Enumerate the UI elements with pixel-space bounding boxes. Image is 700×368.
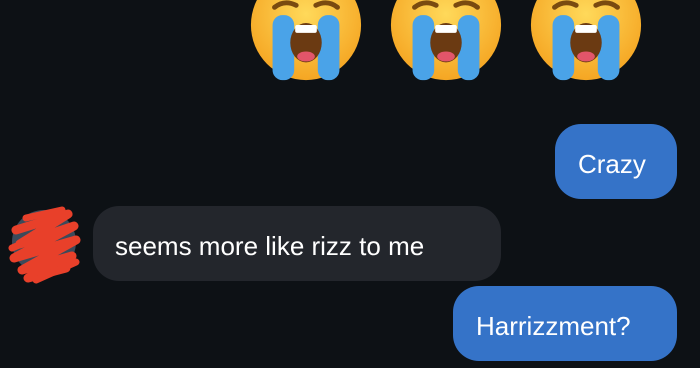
emoji-message-row[interactable] <box>247 0 700 84</box>
loudly-crying-face-icon <box>390 0 502 81</box>
message-text: seems more like rizz to me <box>115 231 425 261</box>
sent-message-bubble[interactable]: Crazy <box>555 124 677 199</box>
scribbled-out-avatar-icon[interactable] <box>6 200 82 284</box>
loudly-crying-face-icon <box>530 0 642 81</box>
message-text: Harrizzment? <box>476 311 631 341</box>
loudly-crying-face-icon <box>250 0 362 81</box>
chat-screen: Crazy seems more like rizz to me Harrizz… <box>0 0 700 368</box>
message-text: Crazy <box>578 149 646 179</box>
received-message-bubble[interactable]: seems more like rizz to me <box>93 206 501 281</box>
sent-message-bubble[interactable]: Harrizzment? <box>453 286 677 361</box>
